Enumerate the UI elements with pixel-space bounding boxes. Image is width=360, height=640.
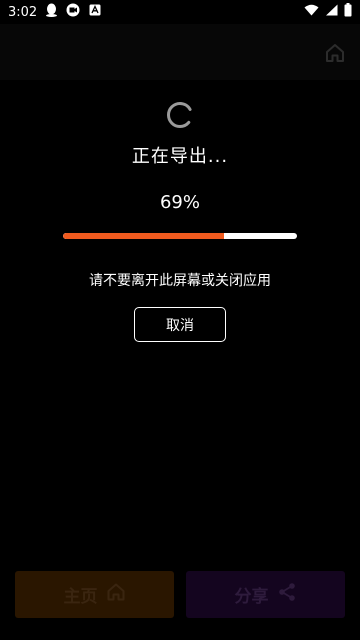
share-button[interactable]: 分享 [186,571,345,618]
export-progress-bar [63,233,297,239]
share-icon [277,582,297,607]
top-app-bar [0,24,360,80]
home-icon[interactable] [324,42,346,64]
qq-icon [45,3,58,21]
battery-icon [344,3,352,21]
signal-icon [325,4,338,20]
a-badge-icon [89,4,101,20]
home-button[interactable]: 主页 [15,571,174,618]
status-left: 3:02 [8,3,101,21]
cancel-button[interactable]: 取消 [134,307,226,342]
wifi-icon [304,4,319,20]
loading-spinner-icon [165,100,195,130]
status-right [304,3,352,21]
home-button-label: 主页 [63,587,98,607]
status-bar: 3:02 [0,0,360,24]
share-button-label: 分享 [234,587,269,607]
home-icon [106,582,126,607]
export-warning-message: 请不要离开此屏幕或关闭应用 [89,273,271,289]
status-time: 3:02 [8,4,38,20]
video-camera-icon [66,3,81,21]
export-progress-fill [63,233,225,239]
export-title: 正在导出... [131,146,229,167]
export-percent: 69% [159,192,200,213]
